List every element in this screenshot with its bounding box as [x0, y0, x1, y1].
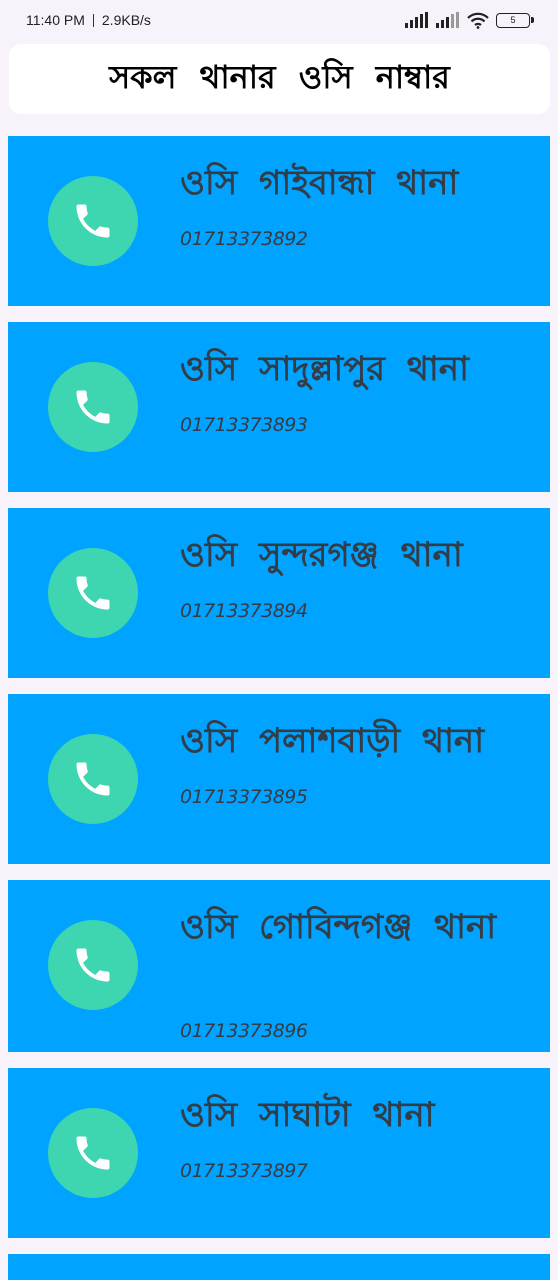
- phone-icon[interactable]: [48, 176, 138, 266]
- contact-name: ওসি গাইবান্ধা থানা: [180, 163, 459, 203]
- contact-card[interactable]: ওসি সুন্দরগঞ্জ থানা 01713373894: [8, 508, 550, 678]
- contact-name: ওসি সাঘাটা থানা: [180, 1095, 435, 1135]
- wifi-icon: [467, 12, 489, 29]
- contact-name: ওসি গোবিন্দগঞ্জ থানা: [180, 907, 497, 947]
- status-bar: 11:40 PM 2.9KB/s 5: [0, 0, 558, 40]
- phone-icon[interactable]: [48, 1108, 138, 1198]
- phone-icon[interactable]: [48, 362, 138, 452]
- battery-level: 5: [510, 14, 516, 25]
- status-time: 11:40 PM: [26, 12, 85, 28]
- contact-phone: 01713373893: [180, 414, 308, 436]
- contact-phone: 01713373897: [180, 1160, 308, 1182]
- contact-card-partial[interactable]: [8, 1254, 550, 1280]
- contact-phone: 01713373896: [180, 1020, 308, 1042]
- app-header: সকল থানার ওসি নাম্বার: [9, 44, 550, 114]
- signal-2-icon: [436, 12, 459, 28]
- contact-card[interactable]: ওসি গাইবান্ধা থানা 01713373892: [8, 136, 550, 306]
- contact-name: ওসি পলাশবাড়ী থানা: [180, 721, 485, 761]
- contact-card[interactable]: ওসি সাঘাটা থানা 01713373897: [8, 1068, 550, 1238]
- signal-icon: [405, 12, 428, 28]
- contact-name: ওসি সাদুল্লাপুর থানা: [180, 349, 469, 389]
- contact-name: ওসি সুন্দরগঞ্জ থানা: [180, 535, 463, 575]
- phone-icon[interactable]: [48, 734, 138, 824]
- status-right: 5: [405, 12, 534, 29]
- phone-icon[interactable]: [48, 920, 138, 1010]
- page-title: সকল থানার ওসি নাম্বার: [109, 58, 450, 96]
- status-left: 11:40 PM 2.9KB/s: [26, 12, 151, 28]
- phone-icon[interactable]: [48, 548, 138, 638]
- contact-card[interactable]: ওসি সাদুল্লাপুর থানা 01713373893: [8, 322, 550, 492]
- network-speed: 2.9KB/s: [101, 12, 151, 28]
- battery-icon: 5: [496, 12, 534, 28]
- status-divider: [92, 13, 94, 27]
- contact-card[interactable]: ওসি পলাশবাড়ী থানা 01713373895: [8, 694, 550, 864]
- contact-card[interactable]: ওসি গোবিন্দগঞ্জ থানা 01713373896: [8, 880, 550, 1052]
- contact-phone: 01713373895: [180, 786, 308, 808]
- contact-phone: 01713373894: [180, 600, 308, 622]
- contact-phone: 01713373892: [180, 228, 308, 250]
